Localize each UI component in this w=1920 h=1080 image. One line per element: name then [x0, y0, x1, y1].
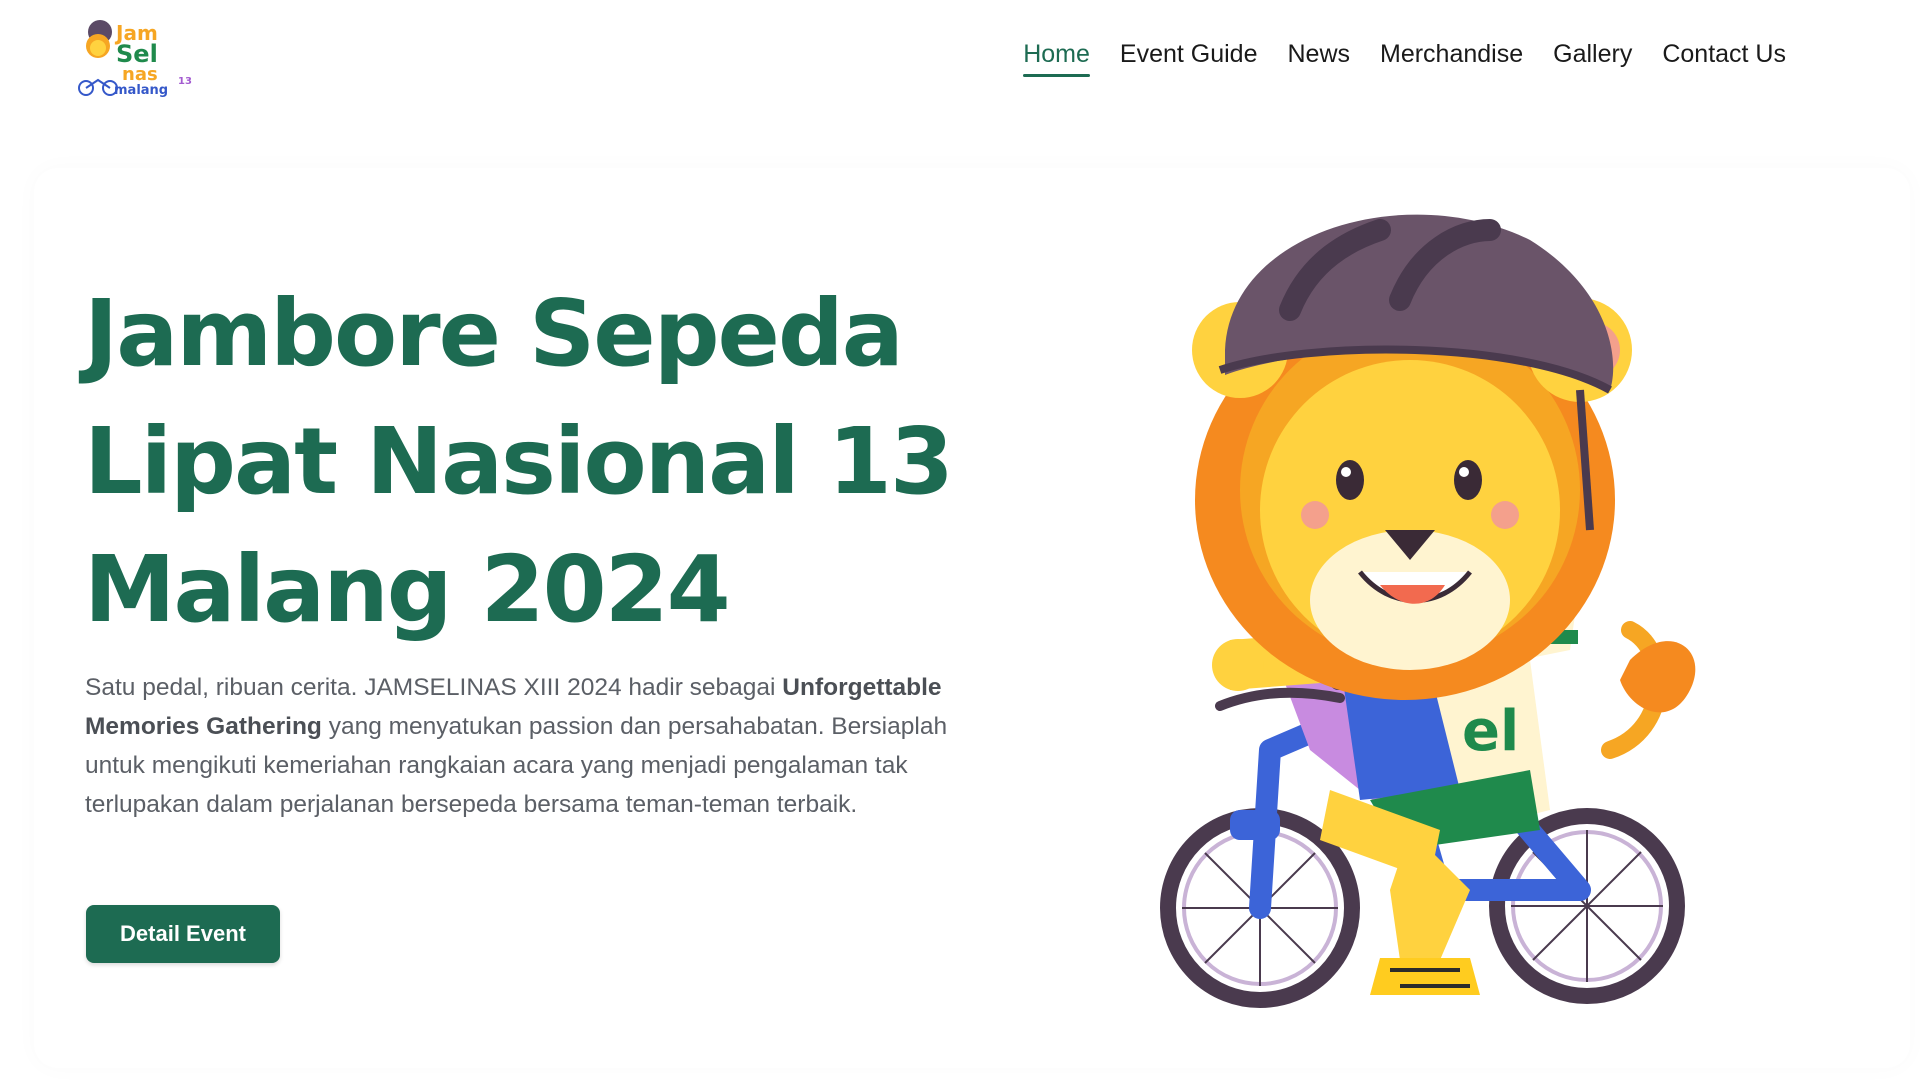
hero-title-line-3: Malang 2024 — [84, 536, 731, 643]
svg-text:nas: nas — [122, 64, 158, 85]
hero-description: Satu pedal, ribuan cerita. JAMSELINAS XI… — [85, 668, 985, 824]
site-header: Jam Sel nas malang 13 Home Event Guide N… — [0, 0, 1920, 118]
jamselnas-logo[interactable]: Jam Sel nas malang 13 — [76, 18, 196, 100]
nav-event-guide[interactable]: Event Guide — [1120, 40, 1258, 77]
svg-text:13: 13 — [178, 76, 192, 87]
nav-gallery[interactable]: Gallery — [1553, 40, 1632, 77]
hero-title: Jambore Sepeda Lipat Nasional 13 Malang … — [84, 270, 1004, 654]
nav-home[interactable]: Home — [1023, 40, 1090, 77]
hero-desc-part1: Satu pedal, ribuan cerita. JAMSELINAS XI… — [85, 674, 783, 701]
lion-cyclist-mascot: el — [1160, 214, 1696, 1008]
nav-news[interactable]: News — [1287, 40, 1350, 77]
nav-contact-us[interactable]: Contact Us — [1662, 40, 1786, 77]
hero-title-line-1: Jambore Sepeda — [84, 280, 904, 387]
hero-title-line-2: Lipat Nasional 13 — [84, 408, 954, 515]
nav-merchandise[interactable]: Merchandise — [1380, 40, 1523, 77]
detail-event-button[interactable]: Detail Event — [86, 905, 280, 963]
svg-text:malang: malang — [114, 83, 168, 98]
main-nav: Home Event Guide News Merchandise Galler… — [1023, 40, 1786, 77]
svg-text:el: el — [1462, 699, 1519, 764]
